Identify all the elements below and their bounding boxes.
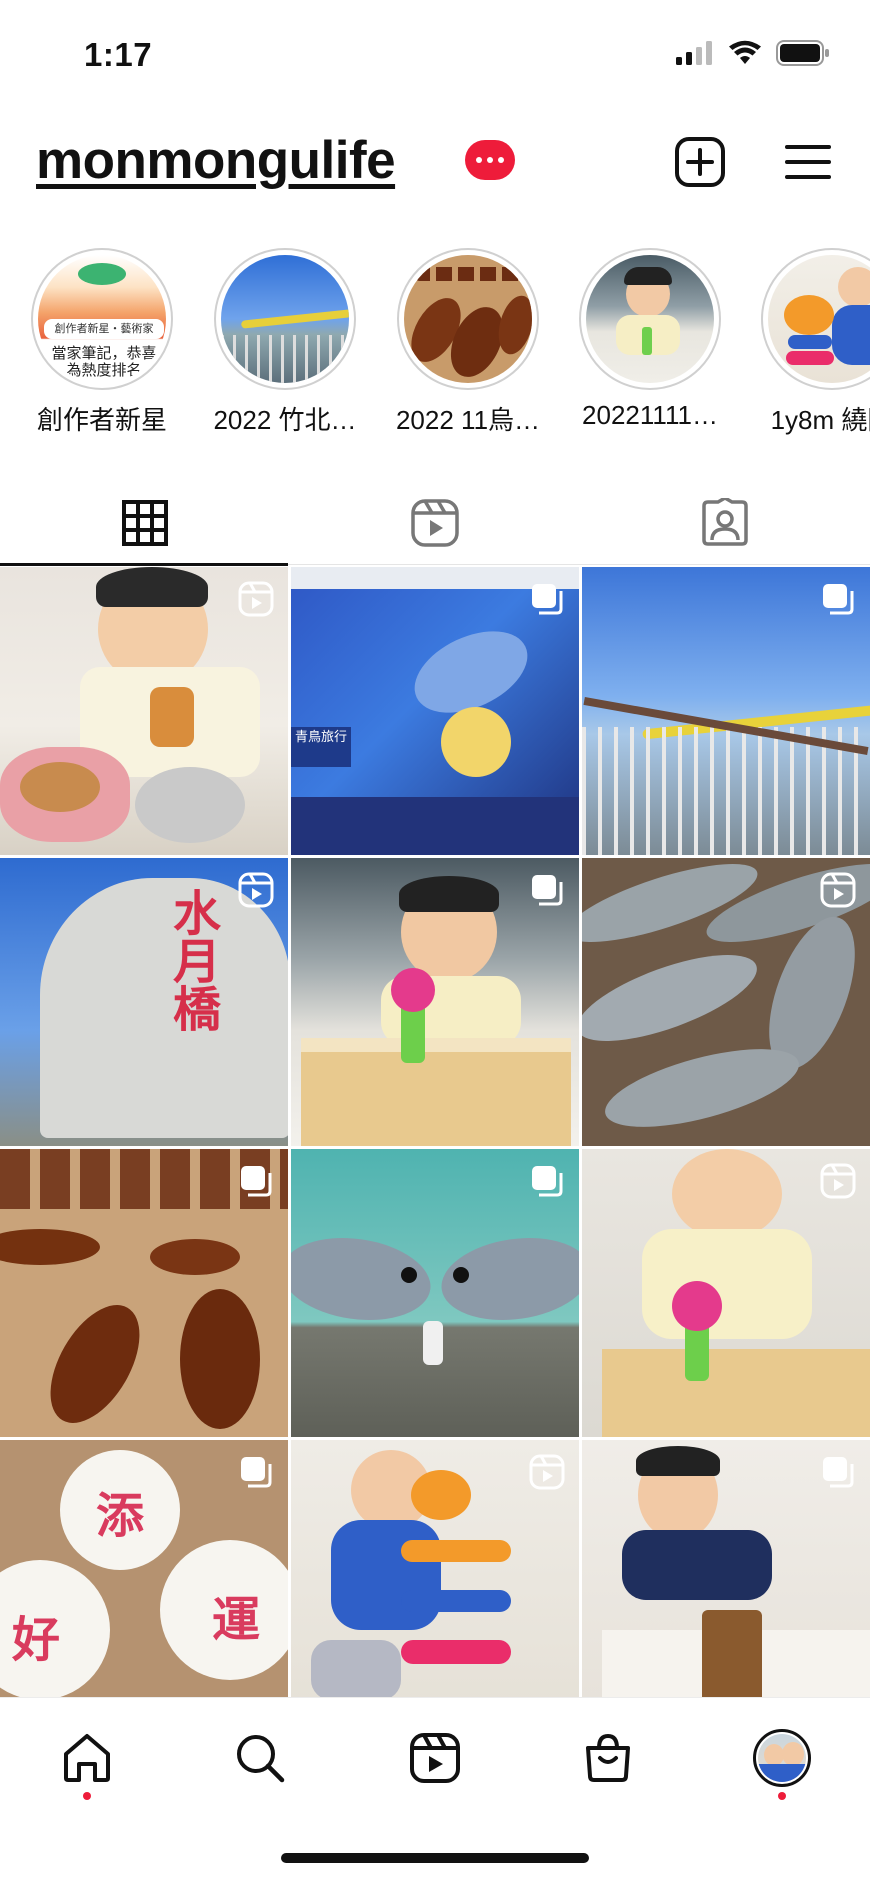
post-tile[interactable]: 添 好 運 [0,1440,288,1697]
highlight-label: 2022 竹北… [213,405,357,435]
highlight-label: 1y8m 繞圈 [770,405,870,435]
nav-home[interactable] [57,1728,117,1788]
carousel-badge-icon [823,1457,854,1488]
post-caption: 水月橋 [164,888,220,1032]
hamburger-icon [785,145,831,179]
reel-badge-icon [529,1454,565,1490]
shop-icon [586,1733,630,1782]
menu-button[interactable] [778,132,838,192]
status-icons [676,40,830,66]
highlight-item[interactable]: 創作者新星・藝術家 當家筆記，恭喜 為熱度排名 創作者新星 [22,248,182,437]
profile-notification-dot [778,1792,786,1800]
profile-avatar [753,1729,811,1787]
nav-search[interactable] [230,1728,290,1788]
post-tile[interactable] [291,1440,579,1697]
post-tile[interactable] [582,567,870,855]
carousel-badge-icon [532,875,563,906]
post-tile[interactable] [0,1149,288,1437]
highlight-cover: 創作者新星・藝術家 當家筆記，恭喜 為熱度排名 [38,255,166,383]
notification-badge[interactable] [465,140,515,180]
reel-badge-icon [238,581,274,617]
reel-badge-icon [820,872,856,908]
home-notification-dot [83,1792,91,1800]
highlight-label: 創作者新星 [36,405,167,435]
profile-header: monmongulife [0,120,870,210]
create-button[interactable] [670,132,730,192]
tagged-icon [702,497,748,546]
post-tile[interactable] [0,567,288,855]
reel-badge-icon [238,872,274,908]
reels-icon [410,1733,460,1783]
highlight-cover [221,255,349,383]
post-tile[interactable] [582,1149,870,1437]
highlight-cover [768,255,870,383]
highlight-label: 20221111… [582,400,718,430]
highlight-sub-text: 當家筆記，恭喜 為熱度排名 [51,345,157,379]
grid-icon [122,499,168,546]
post-caption: 青鳥旅行 [291,727,351,767]
username-switcher[interactable]: monmongulife [36,130,396,191]
tab-reels[interactable] [290,480,580,565]
post-tile[interactable] [582,1440,870,1697]
carousel-badge-icon [823,584,854,615]
post-caption: 添 [95,1488,144,1544]
carousel-badge-icon [532,1166,563,1197]
tab-grid[interactable] [0,480,290,566]
bottom-nav [0,1697,870,1837]
post-caption: 運 [211,1592,260,1648]
profile-tabs [0,480,870,566]
wifi-icon [729,40,761,64]
post-tile[interactable] [291,1149,579,1437]
story-highlights: 創作者新星・藝術家 當家筆記，恭喜 為熱度排名 創作者新星 2022 竹北… 2… [0,248,870,438]
post-tile[interactable] [582,858,870,1146]
highlight-cover [586,255,714,383]
post-tile[interactable] [291,858,579,1146]
nav-profile[interactable] [752,1728,812,1788]
highlight-label: 2022 11烏… [395,405,541,435]
status-time: 1:17 [84,36,153,73]
carousel-badge-icon [241,1166,272,1197]
status-bar: 1:17 [0,0,870,110]
plus-square-icon [675,137,725,187]
highlight-badge-text: 創作者新星・藝術家 [44,319,164,339]
post-caption: 好 [11,1612,60,1668]
highlight-cover [404,255,532,383]
post-tile[interactable]: 青鳥旅行 [291,567,579,855]
nav-shop[interactable] [578,1728,638,1788]
posts-grid: 青鳥旅行 水月橋 添 好 運 [0,567,870,1697]
reels-icon [411,498,459,547]
post-tile[interactable]: 水月橋 [0,858,288,1146]
carousel-badge-icon [532,584,563,615]
home-icon [64,1734,110,1782]
highlight-item[interactable]: 2022 竹北… [205,248,365,437]
highlight-item[interactable]: 20221111… [570,248,730,431]
highlight-item[interactable]: 2022 11烏… [388,248,548,437]
tab-tagged[interactable] [580,480,870,565]
reel-badge-icon [820,1163,856,1199]
highlight-item[interactable]: 1y8m 繞圈 [752,248,870,437]
search-icon [237,1735,285,1783]
battery-icon [776,40,829,66]
home-indicator [281,1853,589,1863]
nav-reels[interactable] [405,1728,465,1788]
carousel-badge-icon [241,1457,272,1488]
signal-icon [676,41,712,65]
